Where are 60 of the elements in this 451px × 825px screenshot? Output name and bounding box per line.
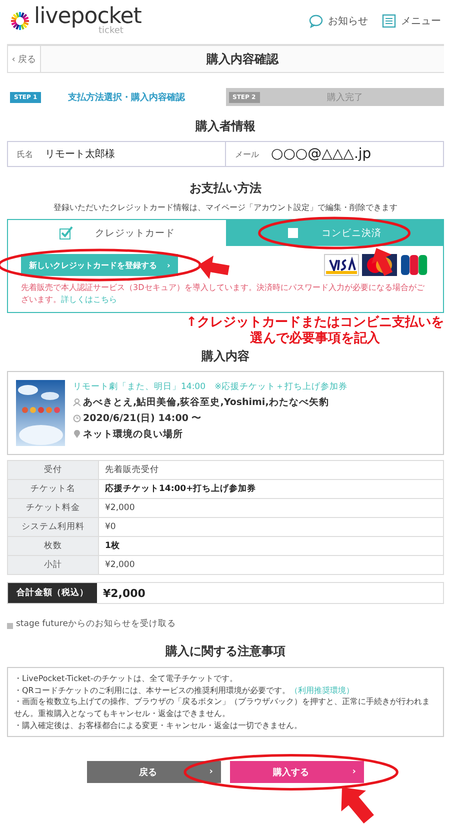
table-cell: システム利用料 — [8, 518, 98, 537]
payment-card-icon — [324, 254, 359, 276]
event-title: リモート劇「また、明日」14:00 ※応援チケット＋打ち上げ参加券 — [73, 381, 348, 394]
logo-subtitle: ticket — [98, 27, 124, 36]
environment-link[interactable]: （利用推奨環境） — [290, 686, 354, 695]
annotation-arrow — [372, 248, 392, 276]
field-value: リモート太郎様 — [45, 148, 115, 161]
note-item: ・画面を複数立ち上げての操作、ブラウザの「戻るボタン」（ブラウザバック）を押すと、正常に手続きが行われません。重複購入となってもキャンセル・返金はできません。 — [14, 696, 431, 720]
logo-text: livepocket — [34, 6, 142, 28]
back-link[interactable]: ‹ 戻る — [7, 46, 41, 72]
field-label: 氏名 — [17, 148, 33, 160]
table-cell: チケット料金 — [8, 498, 98, 518]
checkbox[interactable] — [7, 622, 13, 629]
step-label: 支払方法選択・購入内容確認 — [66, 91, 186, 104]
payment-note: 登録いただいたクレジットカード情報は、マイページ「アカウント設定」で編集・削除できます — [52, 202, 398, 213]
checkbox-label: stage futureからのお知らせを受け取る — [16, 618, 176, 630]
annotation-text: ↑クレジットカードまたはコンビニ支払いを 選んで必要事項を記入 — [186, 315, 444, 346]
section-heading: 購入内容 — [200, 348, 250, 366]
table-cell: ¥2,000 — [98, 556, 444, 575]
section-heading: 購入に関する注意事項 — [164, 643, 286, 660]
event-venue: ネット環境の良い場所 — [83, 428, 183, 442]
table-cell: 小計 — [8, 556, 98, 575]
total-label: 合計金額（税込） — [8, 583, 97, 604]
section-heading: お支払い方法 — [188, 180, 262, 197]
annotation-arrow — [341, 787, 374, 824]
table-cell: 枚数 — [8, 536, 98, 556]
security-note: 先着販売で本人認証サービス（3Dセキュア）を導入しています。決済時にパスワード入力が必要になる場合がございます。詳しくはこちら — [20, 282, 426, 306]
table-cell: 1枚 — [98, 536, 444, 556]
table-cell: 応援チケット14:00+打ち上げ参加券 — [98, 480, 444, 499]
table-cell: ¥2,000 — [98, 498, 444, 518]
menu-icon — [382, 14, 396, 28]
field-label: メール — [235, 148, 259, 160]
note-item: ・LivePocket-Ticket-のチケットは、全て電子チケットです。 — [14, 673, 238, 685]
annotation-arrow — [198, 256, 230, 280]
back-button[interactable]: 戻る › — [87, 761, 221, 784]
starburst-logo-icon — [10, 11, 30, 31]
table-cell: ¥0 — [98, 518, 444, 537]
event-date: 2020/6/21(日) 14:00 〜 — [83, 412, 202, 426]
clock-icon — [73, 414, 81, 424]
table-cell: 先着販売受付 — [98, 460, 444, 480]
page-title: 購入内容確認 — [206, 50, 278, 68]
payment-card-icon — [400, 254, 428, 276]
table-cell: チケット名 — [8, 480, 98, 499]
section-heading: 購入者情報 — [194, 118, 256, 135]
table-cell: 受付 — [8, 460, 98, 480]
menu-link[interactable]: メニュー — [382, 14, 441, 28]
person-icon — [73, 398, 81, 408]
note-item: ・購入確定後は、お客様都合による変更・キャンセル・返金は一切できません。 — [14, 720, 303, 732]
news-link[interactable]: お知らせ — [309, 14, 368, 28]
step-label: 購入完了 — [326, 92, 364, 104]
field-value: ○○○@△△△.jp — [271, 146, 372, 162]
note-item: ・QRコードチケットのご利用には、本サービスの推奨利用環境が必要です。（利用推奨環境） — [14, 684, 355, 696]
checked-checkbox-icon[interactable] — [58, 226, 73, 240]
details-link[interactable]: 詳しくはこちら — [61, 295, 117, 304]
checkbox-icon[interactable] — [287, 227, 300, 239]
event-performers: あべきとえ,鮎田美倫,荻谷至史,Yoshimi,わたなべ矢豹 — [83, 396, 329, 410]
location-pin-icon — [73, 430, 81, 440]
total-amount: ¥2,000 — [102, 586, 146, 602]
speech-bubble-icon — [309, 14, 323, 28]
purchase-button[interactable]: 購入する › — [230, 761, 364, 784]
